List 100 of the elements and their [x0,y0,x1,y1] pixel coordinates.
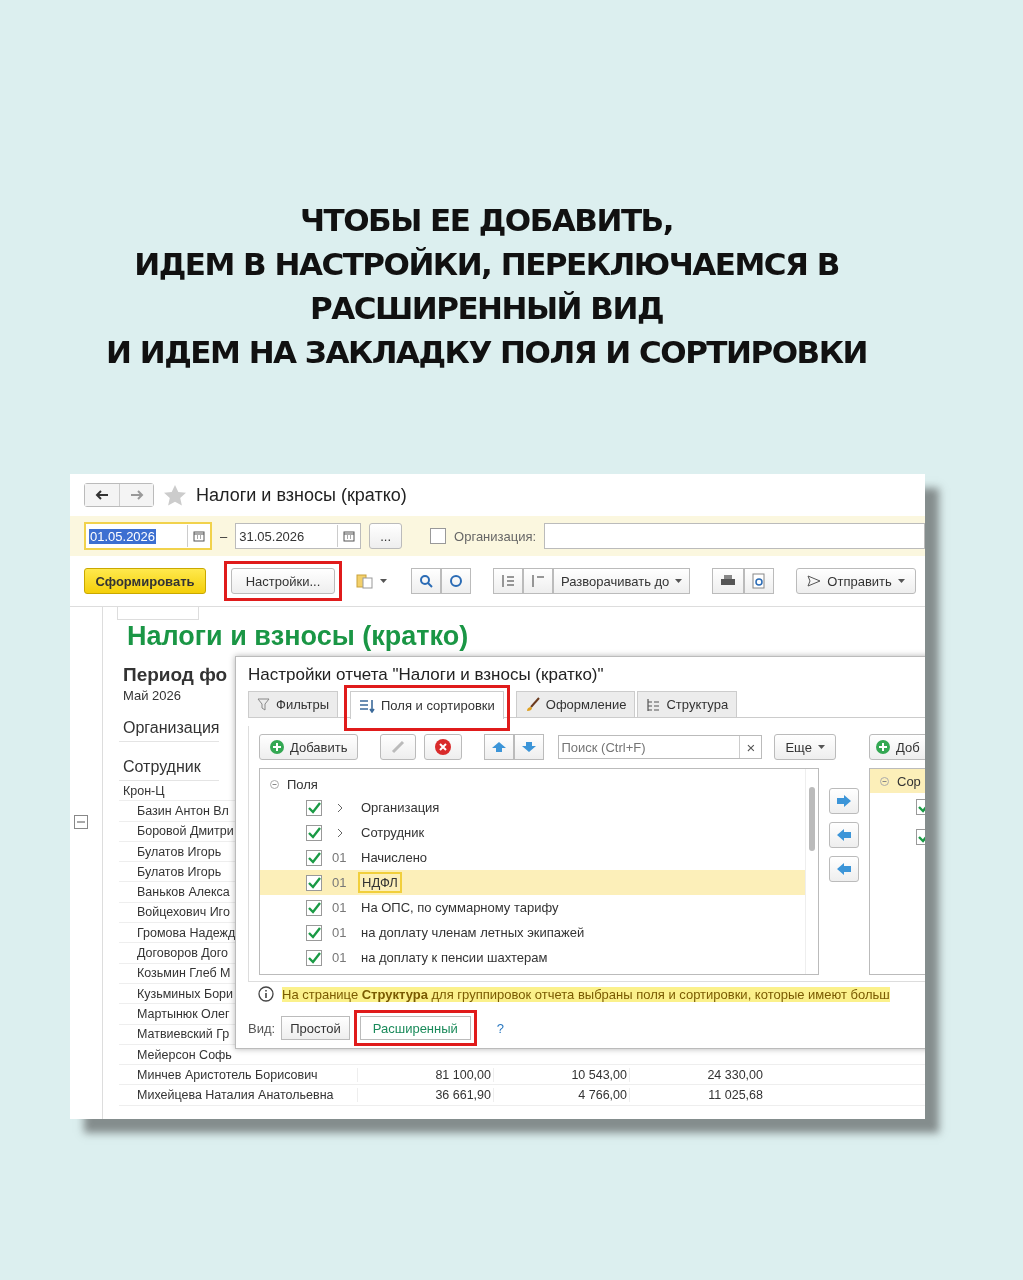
arrow-button[interactable] [829,822,859,848]
checkbox[interactable] [306,874,322,891]
employee-name: Михейцева Наталия Анатольевна [137,1088,334,1103]
refresh-search-button[interactable] [441,568,471,594]
checkbox[interactable] [306,949,322,966]
search-field[interactable]: Поиск (Ctrl+F) × [558,735,763,759]
funnel-icon [257,698,270,711]
arrow-button[interactable] [829,788,859,814]
date-separator: – [220,528,228,544]
collapse-icon[interactable] [74,815,88,829]
start-date-field[interactable]: 01.05.2026 [84,522,212,550]
add-button[interactable]: Добавить [259,734,359,760]
field-label: Начислено [360,849,429,867]
headline-text: РАСШИРЕННЫЙ ВИД [310,289,663,328]
add-button[interactable]: Доб [869,734,925,760]
tab[interactable]: Оформление [515,691,636,717]
view-toggle[interactable]: Расширенный [359,1016,471,1040]
expand-to-dropdown[interactable]: Разворачивать до [553,568,691,594]
star-icon[interactable] [164,484,186,506]
right-arrow-icon [129,490,144,500]
move-down-button[interactable] [514,734,545,760]
help-link[interactable]: ? [496,1020,505,1036]
caret-icon [817,745,825,749]
employee-name: Базин Антон Вл [137,803,229,818]
field-label: на доплату к пенсии шахтерам [360,949,549,967]
expand-all-button[interactable] [493,568,523,594]
end-date-field[interactable]: 31.05.2026 [235,523,362,549]
tree-item[interactable]: 01 Начислено [260,845,805,870]
employee-name: Булатов Игорь [137,864,222,879]
delete-button[interactable] [424,734,463,760]
send-button[interactable]: Отправить [796,568,916,594]
edit-button[interactable] [380,734,417,760]
collapse-icon[interactable] [880,776,889,786]
check-icon [307,800,321,815]
tree-item[interactable]: Организация [260,795,805,820]
more-button[interactable]: Еще [774,734,836,760]
checkbox[interactable] [306,899,322,916]
tree-item[interactable]: 01 На ОПС, по суммарному тарифу [260,895,805,920]
field-code: 01 [332,850,348,865]
field-code: 01 [332,950,348,965]
list-icon [501,574,515,588]
send-icon [807,574,822,588]
tree-item[interactable]: 01 на доплату к пенсии шахтерам [260,945,805,970]
tab[interactable]: Структура [637,691,738,717]
field-label: Сотрудник [360,824,426,842]
checkbox[interactable] [306,799,322,816]
employee-name: Козьмин Глеб М [137,966,231,981]
organization-checkbox[interactable] [430,528,447,544]
organization-label: Организация: [454,528,537,544]
preview-button[interactable] [744,568,775,594]
check-icon [307,950,321,965]
check-icon [307,825,321,840]
search-button[interactable] [411,568,441,594]
collapse-icon[interactable] [270,779,279,789]
settings-button[interactable]: Настройки... [231,568,335,594]
employee-name: Булатов Игорь [137,844,222,859]
documents-icon [356,573,374,589]
list-sort-icon [359,698,375,713]
field-code: 01 [332,875,348,890]
back-button[interactable] [85,484,119,506]
calendar-icon[interactable] [343,530,356,542]
tree-root[interactable]: Поля [287,776,318,792]
organization-field[interactable] [544,523,925,549]
generate-button[interactable]: Сформировать [84,568,206,594]
table-cell: 36 661,90 [357,1088,493,1103]
print-button[interactable] [712,568,745,594]
tree-item[interactable]: 01 на доплату членам летных экипажей [260,920,805,945]
preview-icon [752,573,767,589]
down-arrow-icon [522,742,537,752]
right-arrow-icon [837,795,851,807]
employee-name: Договоров Дого [137,946,229,960]
table-cell: 24 330,00 [629,1067,765,1082]
collapse-all-button[interactable] [523,568,553,594]
arrow-button[interactable] [829,856,859,882]
scrollbar[interactable] [805,769,818,974]
checkbox[interactable] [306,924,322,941]
check-icon [307,850,321,865]
printer-icon [720,574,737,588]
tab[interactable]: Фильтры [248,691,338,717]
move-up-button[interactable] [484,734,515,760]
employee-name: Войцехович Иго [137,905,230,920]
field-code: 01 [332,925,348,940]
calendar-icon[interactable] [193,530,205,542]
employee-name: Матвиевский Гр [137,1027,230,1042]
info-icon [258,986,274,1002]
column-heading: Организация [123,718,220,737]
employee-name: Боровой Дмитри [137,824,234,839]
tab[interactable]: Поля и сортировки [350,691,504,719]
headline-text: ИДЕМ В НАСТРОЙКИ, ПЕРЕКЛЮЧАЕМСЯ В [134,245,839,284]
chevron-icon[interactable] [337,802,343,813]
search-icon [419,574,433,588]
delete-icon [435,739,452,755]
period-button[interactable]: ... [369,523,403,549]
tree-item[interactable]: Сотрудник [260,820,805,845]
checkbox[interactable] [306,824,322,841]
tree-item[interactable]: 01 НДФЛ [260,870,805,895]
plus-icon [270,740,284,754]
chevron-icon[interactable] [337,827,343,838]
checkbox[interactable] [306,849,322,866]
view-toggle[interactable]: Простой [281,1016,350,1040]
